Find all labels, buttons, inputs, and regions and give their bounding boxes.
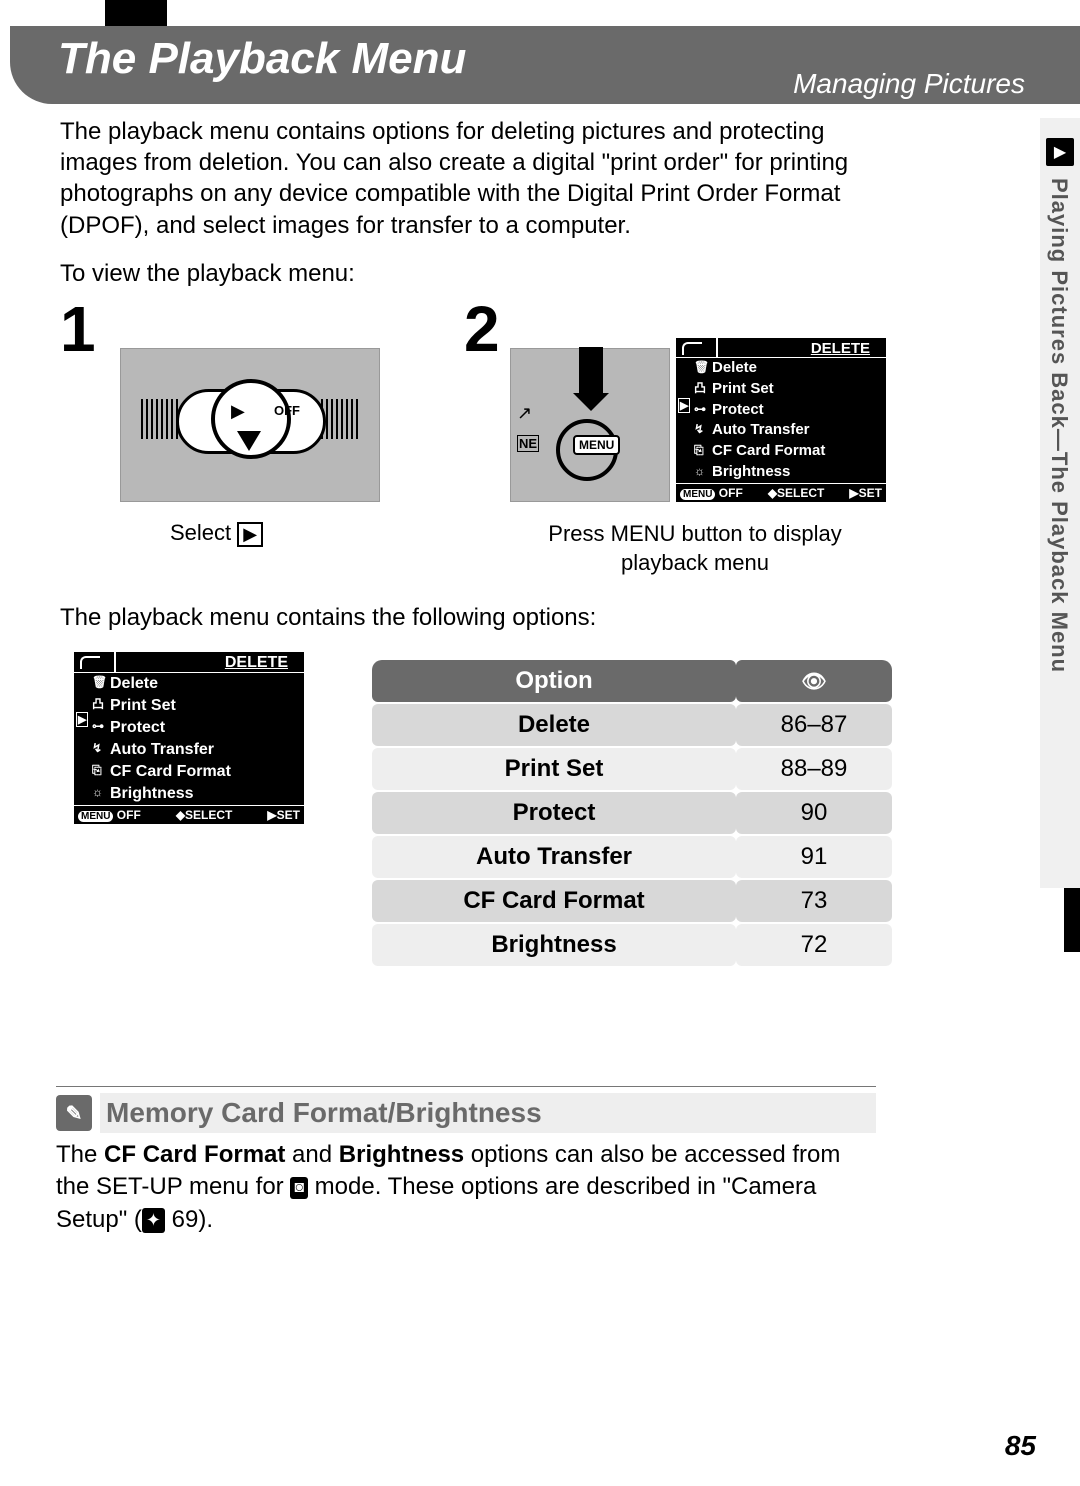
key-icon: ⊶ [92, 719, 104, 734]
mini-menu-footer: MENU OFF ◆SELECT ▶SET [676, 483, 886, 502]
step-2-caption: Press MENU button to display playback me… [510, 520, 880, 577]
mini-menu-footer: MENU OFF ◆SELECT ▶SET [74, 805, 304, 824]
mini-menu-item: ⎘CF Card Format [676, 441, 886, 462]
playback-mode-icon: ▶ [231, 401, 245, 422]
mini-menu-item: ☼Brightness [676, 462, 886, 483]
top-tab-marker [105, 0, 167, 26]
mini-menu-item: ⊶Protect [74, 717, 304, 739]
page-title: The Playback Menu [58, 34, 466, 84]
title-bar: The Playback Menu Managing Pictures [10, 26, 1080, 104]
mini-menu-item: ↯Auto Transfer [676, 420, 886, 441]
dial-texture-left [141, 399, 181, 439]
step-1-caption: Select ▶ [170, 520, 263, 547]
side-thumb-marker [1064, 888, 1080, 952]
camera-dial-diagram-1: ▶ OFF [120, 348, 380, 502]
transfer-icon: ↯ [694, 422, 704, 437]
mini-menu-title: DELETE [74, 652, 304, 673]
trash-icon: 🗑 [92, 675, 107, 690]
mini-menu-preview-2: DELETE ▶ 🗑Delete 凸Print Set ⊶Protect ↯Au… [676, 338, 886, 502]
table-row: CF Card Format73 [372, 880, 892, 922]
step-2-number: 2 [464, 292, 500, 366]
table-row: Print Set88–89 [372, 748, 892, 790]
intro-paragraph: The playback menu contains options for d… [60, 116, 900, 241]
double-arrow-icon: ↗ [517, 403, 532, 424]
menu-button-label: MENU [573, 435, 620, 455]
print-icon: 凸 [694, 381, 706, 396]
transfer-icon: ↯ [92, 741, 102, 756]
trash-icon: 🗑 [694, 360, 709, 375]
mini-menu-item: 凸Print Set [676, 379, 886, 400]
callout-heading: ✎ Memory Card Format/Brightness [56, 1093, 876, 1133]
side-tab: ▶ Playing Pictures Back—The Playback Men… [1040, 118, 1080, 888]
callout-box: ✎ Memory Card Format/Brightness The CF C… [56, 1086, 876, 1236]
intro-sub: To view the playback menu: [60, 260, 355, 288]
mini-menu-item: 凸Print Set [74, 695, 304, 717]
card-icon: ⎘ [694, 443, 704, 458]
arrow-down-icon [237, 431, 261, 451]
page-subtitle: Managing Pictures [793, 68, 1025, 100]
side-tab-label: Playing Pictures Back—The Playback Menu [1046, 178, 1072, 673]
playback-icon: ▶ [1046, 138, 1074, 166]
menu-corner-icon [682, 342, 702, 355]
print-icon: 凸 [92, 697, 104, 712]
mini-menu-item: 🗑Delete [74, 673, 304, 695]
table-row: Delete86–87 [372, 704, 892, 746]
table-row: Brightness72 [372, 924, 892, 966]
dial-texture-right [321, 399, 361, 439]
options-intro: The playback menu contains the following… [60, 604, 596, 632]
page-number: 85 [1005, 1430, 1036, 1462]
note-icon: ✎ [56, 1095, 92, 1131]
brightness-icon: ☼ [92, 785, 103, 800]
playback-icon: ▶ [237, 522, 263, 547]
mini-menu-item: ⊶Protect [676, 400, 886, 421]
mini-menu-item: 🗑Delete [676, 358, 886, 379]
step-1-number: 1 [60, 292, 96, 366]
mini-menu-item: ☼Brightness [74, 783, 304, 805]
ne-label: NE [517, 435, 539, 452]
mini-menu-title: DELETE [676, 338, 886, 358]
options-table: Option 👁 Delete86–87 Print Set88–89 Prot… [372, 658, 892, 968]
mini-menu-preview-3: DELETE ▶ 🗑Delete 凸Print Set ⊶Protect ↯Au… [74, 652, 304, 824]
page-ref-icon: ✦ [142, 1208, 165, 1232]
callout-body: The CF Card Format and Brightness option… [56, 1139, 876, 1236]
menu-corner-icon [80, 656, 100, 669]
table-row: Auto Transfer91 [372, 836, 892, 878]
arrow-down-icon [579, 347, 603, 397]
key-icon: ⊶ [694, 402, 706, 417]
col-option-header: Option [372, 660, 736, 702]
col-page-header: 👁 [736, 660, 892, 702]
brightness-icon: ☼ [694, 464, 705, 479]
camera-icon: ◙ [290, 1177, 308, 1199]
camera-menu-diagram-2: NE ↗ MENU [510, 348, 670, 502]
off-label: OFF [274, 403, 300, 418]
mini-menu-item: ↯Auto Transfer [74, 739, 304, 761]
mini-menu-item: ⎘CF Card Format [74, 761, 304, 783]
card-icon: ⎘ [92, 763, 102, 778]
table-row: Protect90 [372, 792, 892, 834]
page-reference-icon: 👁 [801, 671, 826, 693]
